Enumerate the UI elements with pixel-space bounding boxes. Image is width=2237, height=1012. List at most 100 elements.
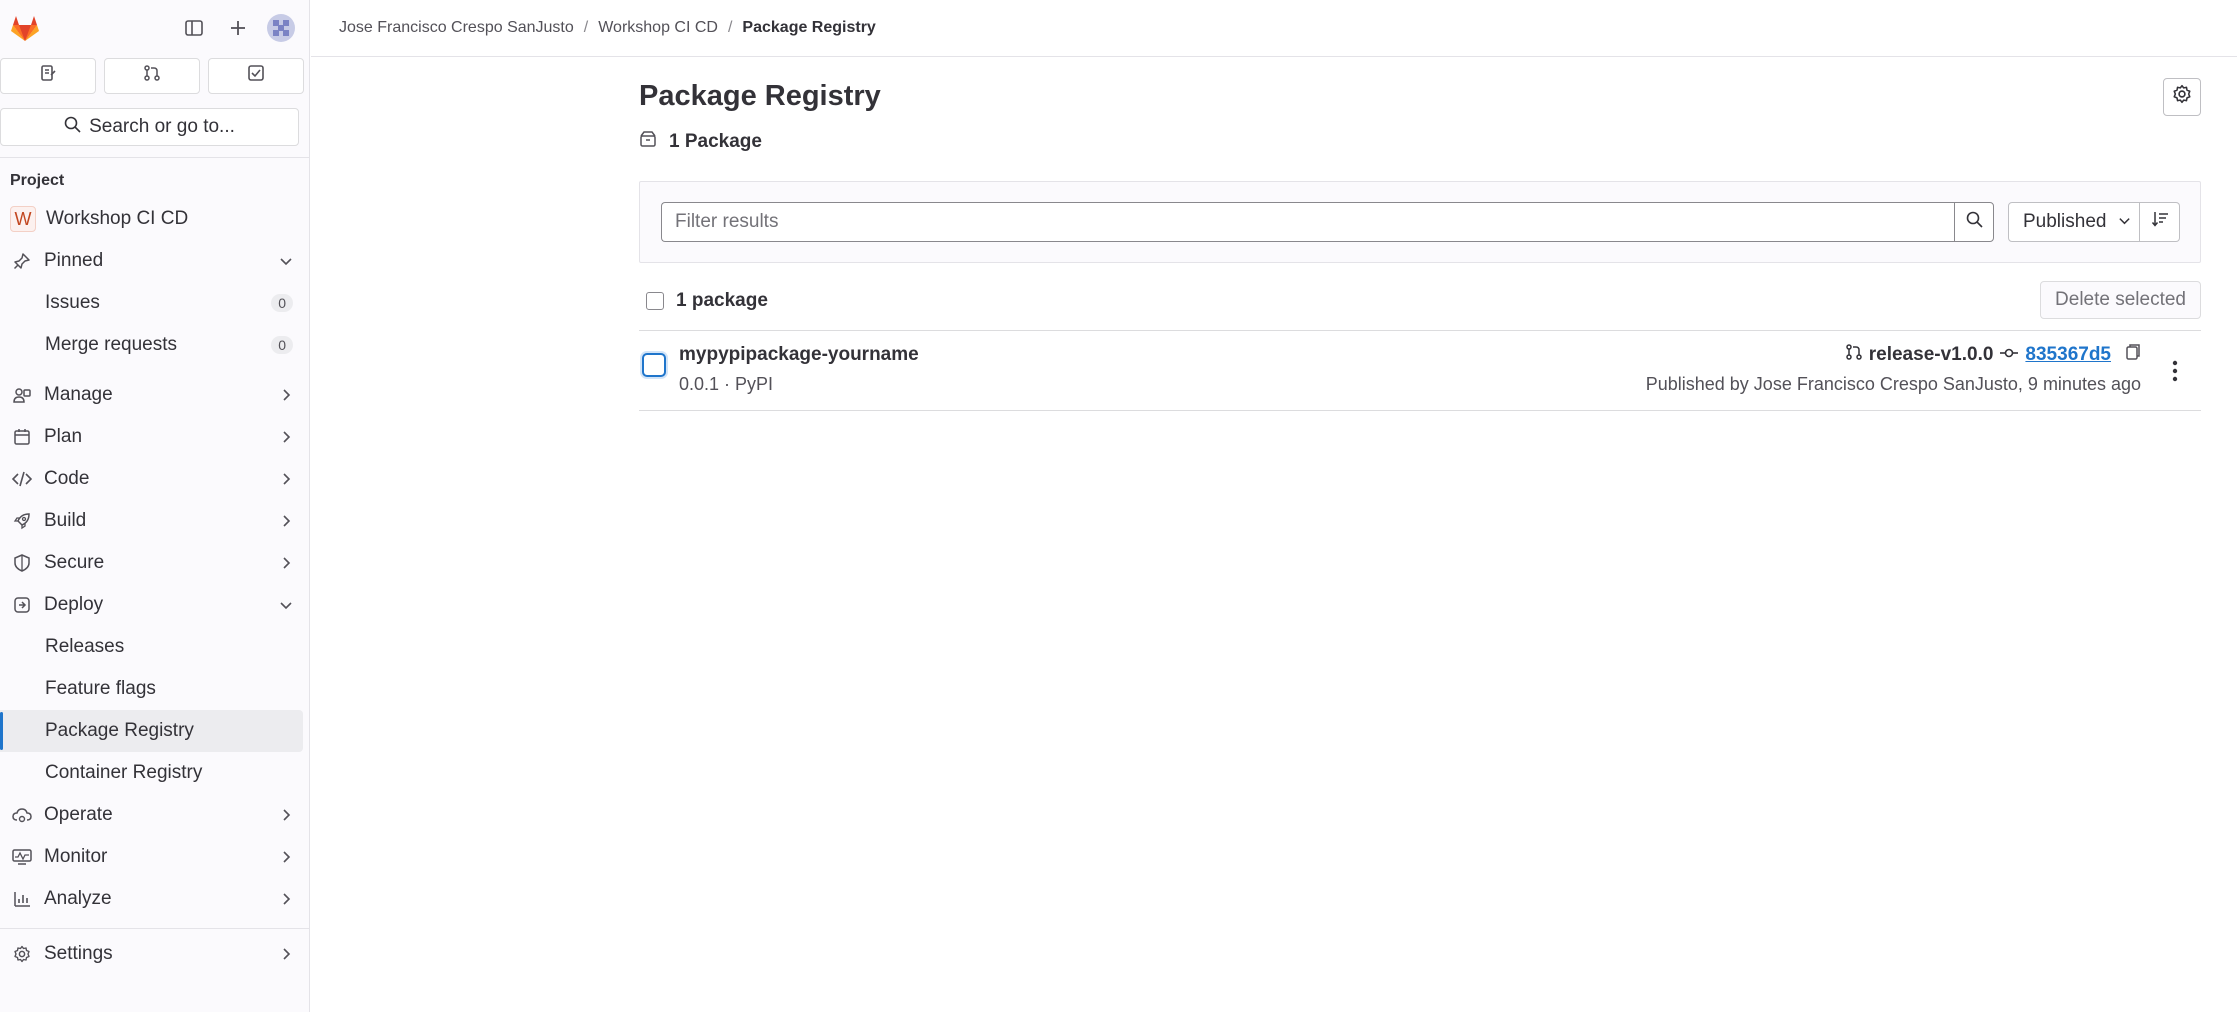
package-count-label: 1 Package [669,131,762,152]
sort-label: Published [2023,211,2107,232]
commit-sha-link[interactable]: 835367d5 [2025,344,2111,366]
chevron-right-icon [279,472,293,486]
published-by-text: Published by Jose Francisco Crespo SanJu… [1645,374,2141,394]
breadcrumb-item-project[interactable]: Workshop CI CD [598,19,718,37]
chevron-right-icon [279,850,293,864]
search-button[interactable]: Search or go to... [0,108,299,146]
monitor-icon [10,845,34,869]
sort-lowest-icon [2151,210,2169,234]
filter-bar: Filter results Published [639,181,2201,263]
sort-dropdown[interactable]: Published [2008,202,2140,242]
search-label: Search or go to... [89,116,235,137]
chevron-right-icon [279,388,293,402]
sidebar-divider [0,928,309,929]
commit-icon [1999,344,2019,366]
chevron-right-icon [279,947,293,961]
filter-input[interactable]: Filter results [661,202,1954,242]
sidebar-item-settings[interactable]: Settings [0,933,309,975]
sidebar-item-label: Merge requests [45,334,178,355]
plus-icon[interactable] [223,13,253,43]
project-avatar: W [10,206,36,232]
breadcrumb-item-current[interactable]: Package Registry [742,19,875,37]
breadcrumb-separator: / [727,19,733,36]
merge-requests-tab[interactable] [104,58,200,94]
branch-icon [1845,343,1863,367]
delete-selected-label: Delete selected [2055,289,2186,310]
sidebar-item-label: Deploy [44,594,104,615]
sidebar-item-label: Plan [44,426,83,447]
issues-icon [39,64,57,88]
settings-button[interactable] [2163,78,2201,116]
user-avatar[interactable] [267,14,295,42]
sidebar-item-issues[interactable]: Issues 0 [0,282,309,324]
sidebar-item-label: Build [44,510,87,531]
package-icon [639,130,657,154]
deploy-icon [10,593,34,617]
chevron-right-icon [279,556,293,570]
breadcrumb: Jose Francisco Crespo SanJusto / Worksho… [311,0,2237,57]
sidebar-item-deploy[interactable]: Deploy [0,584,309,626]
list-count-label: 1 package [676,289,768,311]
page-title: Package Registry [639,80,881,112]
delete-selected-button[interactable]: Delete selected [2040,281,2201,319]
chevron-right-icon [279,892,293,906]
copy-icon[interactable] [2125,343,2141,367]
sidebar-item-label: Releases [45,636,125,657]
toggle-sidebar-icon[interactable] [179,13,209,43]
sort-direction-button[interactable] [2140,202,2180,242]
sidebar-item-releases[interactable]: Releases [0,626,309,668]
list-header: 1 package Delete selected [639,281,2201,331]
sidebar-item-package-registry[interactable]: Package Registry [0,710,303,752]
chevron-right-icon [279,514,293,528]
sidebar-item-merge-requests[interactable]: Merge requests 0 [0,324,309,366]
search-icon [1966,211,1983,234]
merge-requests-count-badge: 0 [271,336,293,354]
sidebar-header [0,0,309,56]
package-name-link[interactable]: mypypipackage-yourname [679,344,919,366]
sidebar-item-manage[interactable]: Manage [0,374,309,416]
sidebar-item-plan[interactable]: Plan [0,416,309,458]
gitlab-logo-icon[interactable] [8,11,42,45]
sidebar-item-label: Package Registry [45,720,194,741]
sidebar-item-label: Code [44,468,90,489]
sidebar-item-label: Manage [44,384,113,405]
project-link[interactable]: W Workshop CI CD [0,198,309,240]
code-icon [10,467,34,491]
chevron-down-icon [279,254,293,268]
sidebar-item-build[interactable]: Build [0,500,309,542]
select-all-checkbox[interactable] [646,291,664,310]
chevron-down-icon [2118,211,2131,233]
sidebar-item-container-registry[interactable]: Container Registry [0,752,309,794]
todos-tab[interactable] [208,58,304,94]
sidebar-item-analyze[interactable]: Analyze [0,878,309,920]
filter-search-button[interactable] [1954,202,1994,242]
sidebar-item-operate[interactable]: Operate [0,794,309,836]
chart-icon [10,887,34,911]
sidebar-item-monitor[interactable]: Monitor [0,836,309,878]
sidebar: Search or go to... Project W Workshop CI… [0,0,310,1012]
package-checkbox[interactable] [642,353,666,377]
sidebar-item-label: Settings [44,943,113,964]
more-actions-icon[interactable] [2163,357,2187,385]
sidebar-item-feature-flags[interactable]: Feature flags [0,668,309,710]
planning-icon [10,425,34,449]
pinned-toggle[interactable]: Pinned [0,240,309,282]
gear-icon [10,942,34,966]
breadcrumb-item-user[interactable]: Jose Francisco Crespo SanJusto [339,19,574,37]
sidebar-item-code[interactable]: Code [0,458,309,500]
users-icon [10,383,34,407]
todo-icon [247,64,265,88]
sidebar-quick-tabs [0,56,309,94]
table-row: mypypipackage-yourname 0.0.1 · PyPI rele… [639,331,2201,411]
issues-tab[interactable] [0,58,96,94]
gear-icon [2172,84,2192,110]
sidebar-item-label: Issues [45,292,100,313]
sidebar-item-label: Monitor [44,846,108,867]
shield-icon [10,551,34,575]
package-count: 1 Package [639,130,2201,154]
sidebar-item-secure[interactable]: Secure [0,542,309,584]
project-name: Workshop CI CD [46,208,189,229]
chevron-down-icon [279,598,293,612]
sidebar-item-label: Container Registry [45,762,203,783]
breadcrumb-separator: / [583,19,589,36]
